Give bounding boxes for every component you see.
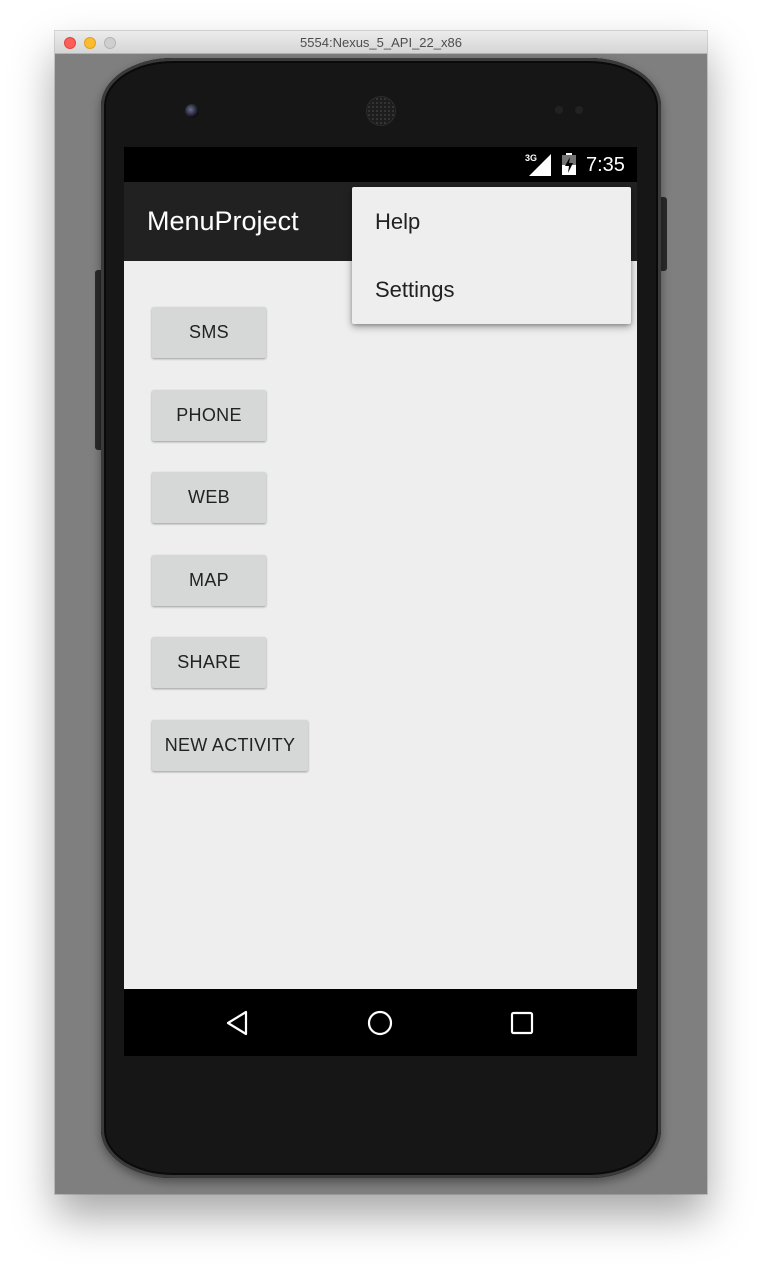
app-title: MenuProject	[147, 206, 299, 236]
navigation-bar	[124, 989, 637, 1056]
device-screen: 3G 7:35 MenuProject SMS PHONE WEB MAP SH…	[124, 147, 637, 1056]
main-content: SMS PHONE WEB MAP SHARE NEW ACTIVITY	[124, 261, 637, 989]
sms-button[interactable]: SMS	[152, 307, 266, 358]
camera-icon	[185, 104, 199, 118]
sensor-dot-icon	[575, 106, 583, 114]
phone-button[interactable]: PHONE	[152, 390, 266, 441]
home-icon[interactable]	[366, 1009, 394, 1037]
overflow-menu: Help Settings	[352, 187, 631, 324]
status-clock: 7:35	[586, 154, 625, 176]
new-activity-button[interactable]: NEW ACTIVITY	[152, 720, 308, 771]
back-icon[interactable]	[224, 1009, 252, 1037]
menu-item-help[interactable]: Help	[352, 188, 631, 256]
phone-power-button	[660, 197, 667, 271]
window-titlebar[interactable]: 5554:Nexus_5_API_22_x86	[55, 31, 707, 54]
battery-icon	[562, 153, 576, 175]
window-title: 5554:Nexus_5_API_22_x86	[300, 35, 462, 50]
web-button[interactable]: WEB	[152, 472, 266, 523]
status-bar: 3G 7:35	[124, 147, 637, 182]
speaker-grille-icon	[367, 97, 395, 125]
map-button[interactable]: MAP	[152, 555, 266, 606]
signal-icon	[529, 154, 551, 176]
recents-icon[interactable]	[508, 1009, 536, 1037]
sensor-dot-icon	[555, 106, 563, 114]
share-button[interactable]: SHARE	[152, 637, 266, 688]
menu-item-settings[interactable]: Settings	[352, 256, 631, 324]
